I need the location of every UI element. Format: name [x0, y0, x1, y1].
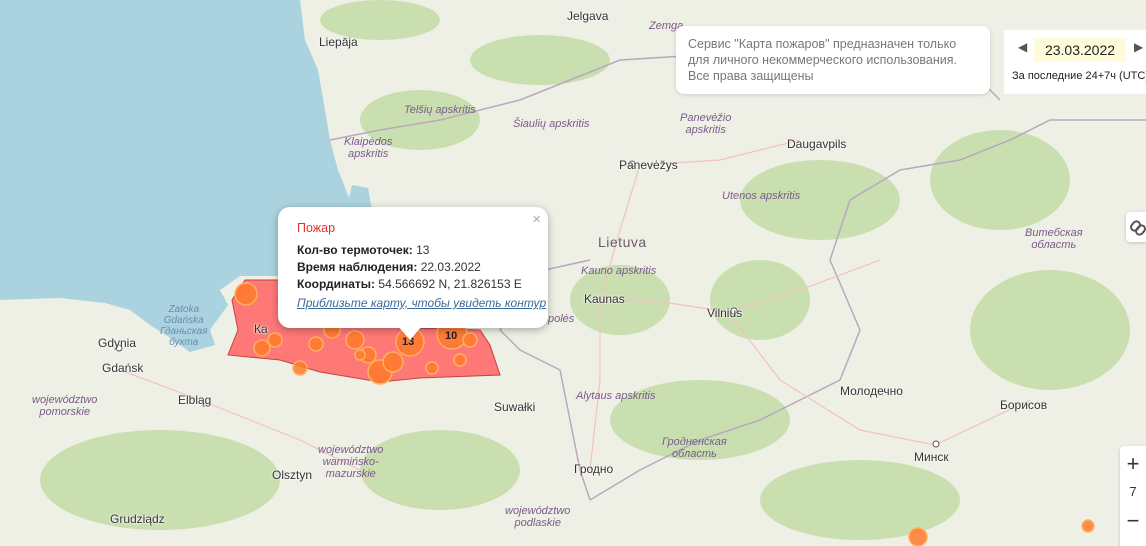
- popup-label: Координаты:: [297, 277, 376, 291]
- share-link-button[interactable]: [1126, 212, 1146, 242]
- map-label-minsk: Минск: [914, 450, 949, 464]
- date-value[interactable]: 23.03.2022: [1034, 38, 1126, 62]
- map-label-siauliu: Šiaulių apskritis: [513, 118, 590, 130]
- map-label-panevezio: Panevėžio apskritis: [680, 112, 732, 136]
- map-label-borisov: Борисов: [1000, 398, 1048, 412]
- popup-row-coords: Координаты: 54.566692 N, 21.826153 E: [297, 277, 548, 294]
- popup-label: Кол-во термоточек:: [297, 243, 413, 257]
- close-icon[interactable]: ×: [532, 211, 541, 228]
- popup-row-count: Кол-во термоточек: 13: [297, 243, 548, 260]
- zoom-to-contour-link[interactable]: Приблизьте карту, чтобы увидеть контур: [297, 296, 546, 310]
- popup-tip: [398, 326, 422, 340]
- fire-point[interactable]: [253, 339, 271, 357]
- fire-popup: × Пожар Кол-во термоточек: 13 Время набл…: [278, 207, 548, 328]
- notice-line: Сервис "Карта пожаров" предназначен толь…: [688, 37, 957, 51]
- zoom-control: + 7 −: [1120, 446, 1146, 546]
- map-label-molodechno: Молодечно: [840, 384, 903, 398]
- fire-point[interactable]: [234, 282, 258, 306]
- zoom-out-button[interactable]: −: [1120, 508, 1146, 534]
- map-label-gulf: Zatoka Gdańska Гданьская бухта: [160, 304, 208, 348]
- map-label-grudziadz: Grudziądz: [110, 512, 165, 526]
- fire-point[interactable]: [308, 336, 324, 352]
- map-label-vilnius: Vilnius: [707, 306, 743, 320]
- map-label-kaunas: Kaunas: [584, 292, 625, 306]
- map-label-telsiu: Telšių apskritis: [404, 104, 476, 116]
- map-label-podlaskie: województwo podlaskie: [505, 505, 571, 529]
- notice-line: Все права защищены: [688, 69, 814, 83]
- fire-point[interactable]: [382, 351, 404, 373]
- map-label-kaliningrad: Ка: [254, 322, 268, 336]
- fire-point[interactable]: [354, 349, 366, 361]
- map-label-utenos: Utenos apskritis: [722, 190, 801, 202]
- map-label-kauno: Kauno apskritis: [581, 265, 657, 277]
- notice-line: для личного некоммерческого использовани…: [688, 53, 958, 67]
- map-label-jelgava: Jelgava: [567, 9, 609, 23]
- map-label-grodno: Гродно: [574, 462, 614, 476]
- map-label-liepaja: Liepāja: [319, 35, 358, 49]
- map-label-daugavpils: Daugavpils: [787, 137, 847, 151]
- map-label-lietuva: Lietuva: [598, 234, 647, 250]
- map-label-c10: 10: [445, 330, 458, 342]
- prev-date-icon[interactable]: ◀: [1018, 40, 1027, 54]
- map-label-suwalki: Suwałki: [494, 400, 536, 414]
- city-dot: [932, 440, 940, 448]
- fire-point[interactable]: [425, 361, 439, 375]
- map-label-alytaus: Alytaus apskritis: [576, 390, 656, 402]
- fire-point[interactable]: [462, 332, 478, 348]
- popup-value: 13: [416, 243, 430, 257]
- fire-point[interactable]: [908, 527, 928, 546]
- fire-point[interactable]: [292, 360, 308, 376]
- map-label-elblag: Elbląg: [178, 393, 212, 407]
- fire-point[interactable]: [267, 332, 283, 348]
- next-date-icon[interactable]: ▶: [1134, 40, 1143, 54]
- map-label-pomorskie: województwo pomorskie: [32, 394, 98, 418]
- map-label-gdynia: Gdynia: [98, 336, 137, 350]
- date-control: ◀ 23.03.2022 ▶ За последние 24+7ч (UTC): [1004, 30, 1146, 94]
- fire-point[interactable]: [345, 330, 365, 350]
- fire-point[interactable]: [453, 353, 467, 367]
- fire-point[interactable]: [1081, 519, 1095, 533]
- zoom-in-button[interactable]: +: [1120, 451, 1146, 477]
- zoom-level: 7: [1129, 484, 1137, 499]
- popup-label: Время наблюдения:: [297, 260, 418, 274]
- map-label-marijampoles: polės: [548, 313, 575, 325]
- date-period[interactable]: За последние 24+7ч (UTC): [1012, 70, 1146, 82]
- map-label-gdansk: Gdańsk: [102, 361, 144, 375]
- popup-value: 22.03.2022: [420, 260, 481, 274]
- map-label-warminsko: województwo warmińsko- mazurskie: [318, 444, 384, 480]
- usage-notice: Сервис "Карта пожаров" предназначен толь…: [676, 26, 990, 94]
- map-label-vitebsk: Витебская область: [1025, 227, 1083, 251]
- popup-value: 54.566692 N, 21.826153 E: [378, 277, 522, 291]
- popup-title: Пожар: [297, 221, 336, 235]
- map-label-olsztyn: Olsztyn: [272, 468, 313, 482]
- popup-row-time: Время наблюдения: 22.03.2022: [297, 260, 548, 277]
- link-icon: [1130, 220, 1146, 236]
- map-label-grodno_obl: Гродненская область: [662, 436, 727, 460]
- map-label-panevezys: Panevėžys: [619, 158, 678, 172]
- map-label-klaipedos: Klaipėdos apskritis: [344, 136, 393, 160]
